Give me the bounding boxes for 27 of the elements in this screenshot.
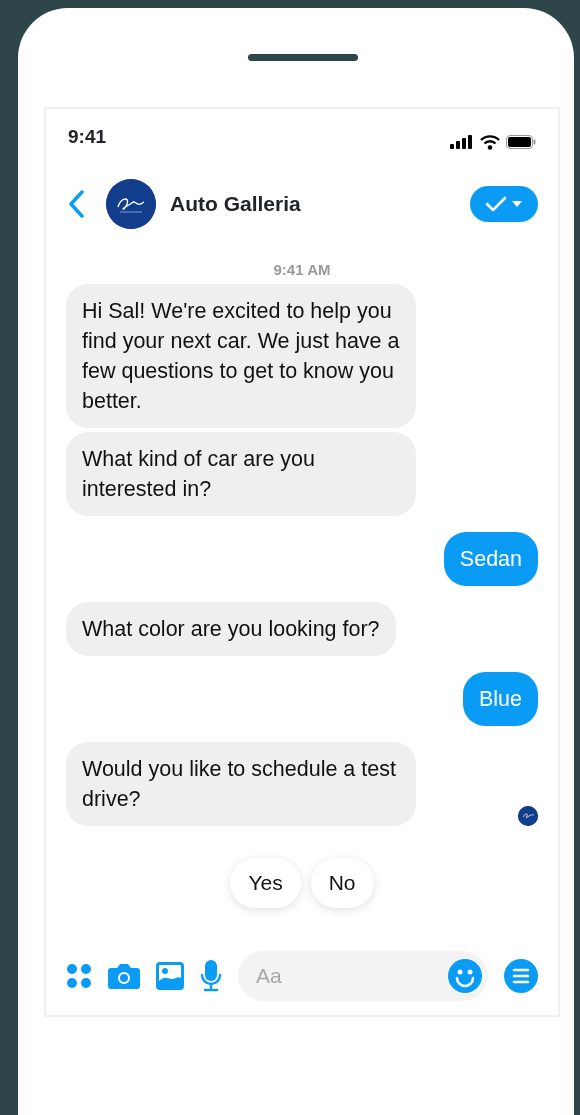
image-icon[interactable]	[156, 962, 184, 990]
message-bubble: What kind of car are you interested in?	[66, 431, 416, 516]
check-dropdown-button[interactable]	[470, 186, 538, 222]
back-icon[interactable]	[68, 190, 84, 218]
quick-reply-button[interactable]: Yes	[230, 857, 301, 908]
wifi-icon	[480, 134, 500, 150]
message-bubble: Sedan	[443, 531, 538, 586]
signal-icon	[450, 135, 474, 149]
menu-icon[interactable]	[504, 959, 538, 993]
apps-icon[interactable]	[66, 963, 92, 989]
message-bubble: What color are you looking for?	[66, 601, 396, 656]
microphone-icon[interactable]	[200, 960, 222, 992]
quick-reply-button[interactable]: No	[310, 857, 374, 908]
contact-name: Auto Galleria	[170, 191, 302, 218]
message-bubble: Hi Sal! We're excited to help you find your next car. We just have a few questions to get to know you better.	[66, 283, 416, 428]
emoji-icon[interactable]	[448, 959, 482, 993]
message-bubble: Blue	[462, 671, 538, 726]
message-timestamp: 9:41 AM	[272, 260, 332, 280]
status-time: 9:41	[68, 125, 107, 149]
message-field[interactable]: Aa	[238, 951, 488, 1001]
battery-icon	[506, 135, 536, 149]
camera-icon[interactable]	[108, 962, 140, 990]
message-input[interactable]: Aa	[254, 959, 448, 993]
caret-icon	[511, 200, 523, 208]
logo-icon	[106, 179, 156, 229]
check-icon	[485, 196, 507, 212]
message-bubble: Would you like to schedule a test drive?	[66, 741, 416, 826]
